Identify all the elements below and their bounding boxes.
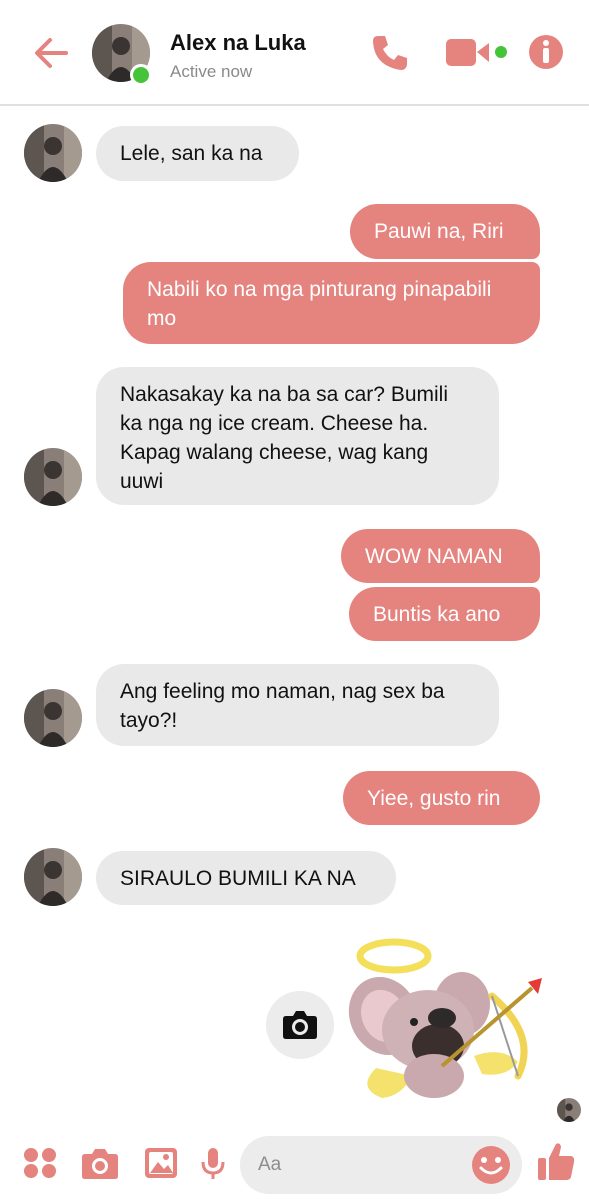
camera-quick-button[interactable]	[266, 991, 334, 1059]
more-apps-icon[interactable]	[22, 1146, 58, 1180]
message-bubble-received[interactable]: SIRAULO BUMILI KA NA	[96, 851, 396, 905]
contact-status: Active now	[170, 62, 253, 81]
camera-icon	[283, 1011, 317, 1039]
message-bubble-received[interactable]: Ang feeling mo naman, nag sex ba tayo?!	[96, 664, 499, 746]
video-call-icon[interactable]	[444, 30, 514, 74]
contact-avatar-small[interactable]	[24, 848, 82, 906]
message-input[interactable]: Aa	[240, 1136, 522, 1194]
chat-header: Alex na Luka Active now	[0, 0, 589, 106]
message-bubble-sent[interactable]: Nabili ko na mga pinturang pinapabili mo	[123, 262, 540, 344]
contact-name[interactable]: Alex na Luka	[170, 30, 306, 56]
message-input-placeholder: Aa	[258, 1154, 282, 1175]
contact-avatar-small[interactable]	[24, 124, 82, 182]
message-bubble-received[interactable]: Nakasakay ka na ba sa car? Bumili ka nga…	[96, 367, 499, 505]
seen-indicator-avatar	[557, 1098, 581, 1122]
composer-bar: Aa	[0, 1126, 589, 1200]
phone-call-icon[interactable]	[368, 30, 412, 74]
message-bubble-sent[interactable]: WOW NAMAN	[341, 529, 540, 583]
gallery-icon[interactable]	[143, 1146, 179, 1180]
camera-icon[interactable]	[80, 1146, 120, 1180]
back-arrow-icon[interactable]	[30, 32, 72, 74]
cupid-mouse-sticker[interactable]	[342, 926, 552, 1106]
info-icon[interactable]	[526, 30, 566, 74]
online-indicator	[130, 64, 152, 86]
contact-avatar-small[interactable]	[24, 448, 82, 506]
thumbs-up-icon[interactable]	[536, 1140, 576, 1182]
message-bubble-sent[interactable]: Pauwi na, Riri	[350, 204, 540, 259]
message-bubble-received[interactable]: Lele, san ka na	[96, 126, 299, 181]
contact-avatar-small[interactable]	[24, 689, 82, 747]
message-bubble-sent[interactable]: Yiee, gusto rin	[343, 771, 540, 825]
microphone-icon[interactable]	[200, 1146, 226, 1180]
emoji-icon[interactable]	[470, 1144, 512, 1186]
message-bubble-sent[interactable]: Buntis ka ano	[349, 587, 540, 641]
